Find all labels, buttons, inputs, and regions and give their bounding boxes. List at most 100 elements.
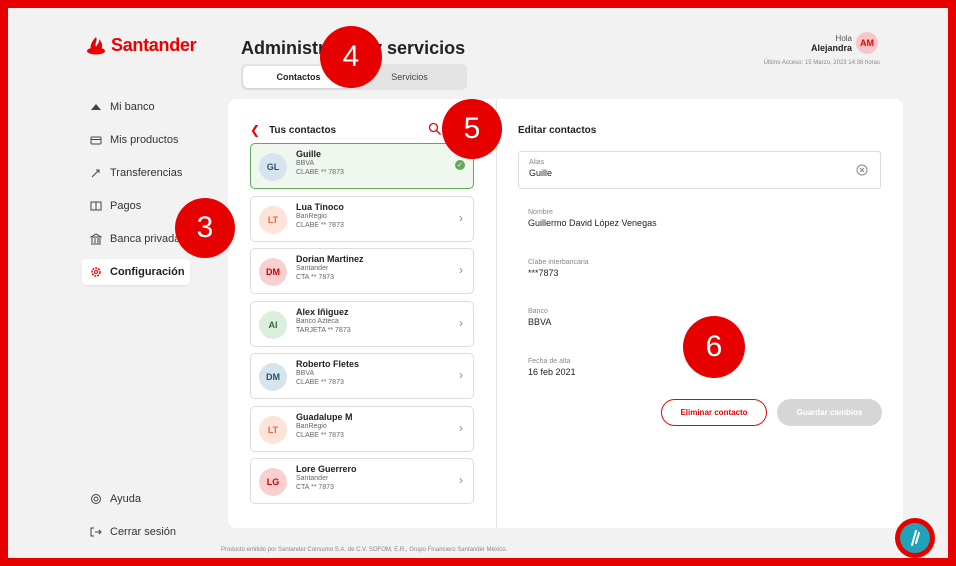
assistant-icon — [900, 523, 930, 553]
contact-name: Roberto Fletes — [296, 359, 360, 369]
sidebar-item-label: Cerrar sesión — [110, 526, 177, 538]
list-item[interactable]: DM Roberto Fletes BBVA CLABE ** 7873 › — [250, 353, 474, 399]
contact-info: Roberto Fletes BBVA CLABE ** 7873 — [296, 359, 359, 387]
list-item[interactable]: LG Lore Guerrero Santander CTA ** 7873 › — [250, 458, 474, 504]
field-value: Guillermo David López Venegas — [528, 218, 657, 228]
contact-name: Alex Iñiguez — [296, 306, 349, 317]
field-fecha-alta: Fecha de alta 16 feb 2021 — [528, 358, 576, 377]
edit-title: Editar contactos — [518, 125, 597, 136]
field-label: Nombre — [528, 209, 553, 216]
save-changes-button[interactable]: Guardar cambios — [777, 399, 882, 426]
step-marker-4: 4 — [320, 26, 382, 88]
contact-account: CLABE ** 7873 — [296, 431, 344, 439]
sidebar-item-banca-privada[interactable]: Banca privada — [82, 226, 190, 252]
contact-avatar: LT — [259, 205, 287, 234]
footer-disclaimer: Producto emitido por Santander Consumo S… — [221, 547, 508, 553]
contact-avatar: AI — [259, 310, 287, 339]
field-value: ***7873 — [528, 268, 559, 278]
alias-value[interactable]: Guille — [529, 168, 870, 178]
step-marker-5: 5 — [442, 99, 502, 159]
chevron-right-icon: › — [459, 315, 463, 330]
contact-bank: BBVA — [296, 370, 315, 377]
sidebar-item-label: Transferencias — [110, 167, 183, 179]
sidebar-item-label: Pagos — [110, 200, 142, 212]
search-icon[interactable] — [428, 122, 442, 136]
list-item[interactable]: LT Lua Tinoco BanRegio CLABE ** 7873 › — [250, 195, 474, 242]
field-nombre: Nombre Guillermo David López Venegas — [528, 209, 657, 228]
contact-info: Guadalupe M BanRegio CLABE ** 7873 — [296, 412, 353, 440]
contact-info: Alex Iñiguez Banco Azteca TARJETA ** 7873 — [296, 307, 351, 335]
contact-name: Lua Tinoco — [296, 201, 344, 212]
logout-icon — [90, 526, 102, 538]
sidebar-item-label: Mi banco — [110, 101, 155, 113]
sidebar-item-cerrar-sesion[interactable]: Cerrar sesión — [82, 519, 190, 545]
contacts-title: Tus contactos — [269, 124, 337, 136]
brand-name: Santander — [111, 35, 197, 55]
contact-avatar: DM — [259, 363, 287, 391]
app-frame: Santander Mi banco Mis productos Transfe… — [8, 8, 948, 558]
payments-icon — [90, 200, 102, 212]
contact-avatar: LT — [259, 415, 287, 444]
list-item[interactable]: DM Dorian Martinez Santander CTA ** 7873 › — [250, 248, 474, 294]
chevron-left-icon[interactable]: ❮ — [250, 123, 260, 137]
avatar[interactable]: AM — [856, 32, 878, 54]
field-clabe: Clabe interbancaria ***7873 — [528, 259, 589, 278]
user-greeting: Hola Alejandra — [811, 34, 852, 53]
chevron-right-icon: › — [459, 368, 463, 382]
gear-icon — [90, 266, 102, 278]
transfer-icon — [90, 167, 102, 179]
list-item[interactable]: GL Guille BBVA CLABE ** 7873 ✓ — [250, 143, 474, 189]
contact-info: Lore Guerrero Santander CTA ** 7873 — [296, 464, 357, 492]
user-name: Alejandra — [810, 43, 852, 53]
sidebar-bottom: Ayuda Cerrar sesión — [82, 486, 190, 552]
field-label: Clabe interbancaria — [528, 259, 589, 266]
contacts-card: ❮ Tus contactos GL Guille BBVA CLABE ** 787… — [228, 99, 903, 528]
chat-assistant-button[interactable] — [895, 518, 935, 558]
sidebar-item-configuracion[interactable]: Configuración — [82, 259, 190, 285]
contact-bank: BanRegio — [296, 422, 327, 430]
list-item[interactable]: AI Alex Iñiguez Banco Azteca TARJETA ** 787… — [250, 300, 474, 347]
alias-input[interactable]: Alias Guille — [518, 151, 881, 189]
field-banco: Banco BBVA — [528, 308, 551, 327]
contact-info: Lua Tinoco BanRegio CLABE ** 7873 — [296, 202, 344, 230]
sidebar-item-mis-productos[interactable]: Mis productos — [82, 127, 190, 153]
sidebar-item-label: Ayuda — [110, 493, 141, 505]
contact-avatar: GL — [259, 153, 287, 181]
contact-account: CLABE ** 7873 — [296, 379, 344, 386]
sidebar-item-mi-banco[interactable]: Mi banco — [82, 94, 190, 120]
contact-bank: Santander — [296, 265, 329, 272]
bank-icon — [90, 101, 102, 113]
contacts-header: ❮ Tus contactos — [250, 123, 336, 137]
chevron-right-icon: › — [459, 420, 463, 435]
chevron-right-icon: › — [459, 210, 463, 225]
sidebar-item-label: Mis productos — [110, 134, 179, 146]
contact-avatar: DM — [259, 258, 287, 286]
help-icon — [90, 493, 102, 505]
contact-info: Dorian Martinez Santander CTA ** 7873 — [296, 254, 364, 282]
contact-bank: BBVA — [296, 160, 315, 167]
clear-icon[interactable] — [856, 164, 868, 176]
contacts-list: GL Guille BBVA CLABE ** 7873 ✓ LT Lua Tinoco Ba… — [250, 143, 474, 511]
sidebar-item-label: Configuración — [110, 266, 185, 278]
card-icon — [90, 134, 102, 146]
field-label: Banco — [528, 308, 548, 315]
step-marker-6: 6 — [683, 316, 745, 378]
santander-logo[interactable]: Santander — [86, 35, 197, 56]
contact-account: TARJETA ** 7873 — [296, 326, 351, 334]
sidebar-item-transferencias[interactable]: Transferencias — [82, 160, 190, 186]
greeting-text: Hola — [835, 34, 852, 43]
contact-name: Lore Guerrero — [296, 464, 357, 474]
last-access: Último Acceso: 15 Marzo, 2023 14:36 hora… — [763, 60, 880, 66]
sidebar-item-pagos[interactable]: Pagos — [82, 193, 190, 219]
contact-name: Dorian Martinez — [296, 254, 364, 264]
contact-bank: Santander — [296, 475, 329, 482]
chevron-right-icon: › — [459, 473, 463, 487]
contact-info: Guille BBVA CLABE ** 7873 — [296, 149, 344, 177]
contact-account: CTA ** 7873 — [296, 484, 335, 491]
panel-divider — [496, 99, 497, 528]
contact-account: CLABE ** 7873 — [296, 169, 344, 176]
step-marker-3: 3 — [175, 198, 235, 258]
list-item[interactable]: LT Guadalupe M BanRegio CLABE ** 7873 › — [250, 405, 474, 452]
sidebar-item-ayuda[interactable]: Ayuda — [82, 486, 190, 512]
delete-contact-button[interactable]: Eliminar contacto — [661, 399, 767, 426]
